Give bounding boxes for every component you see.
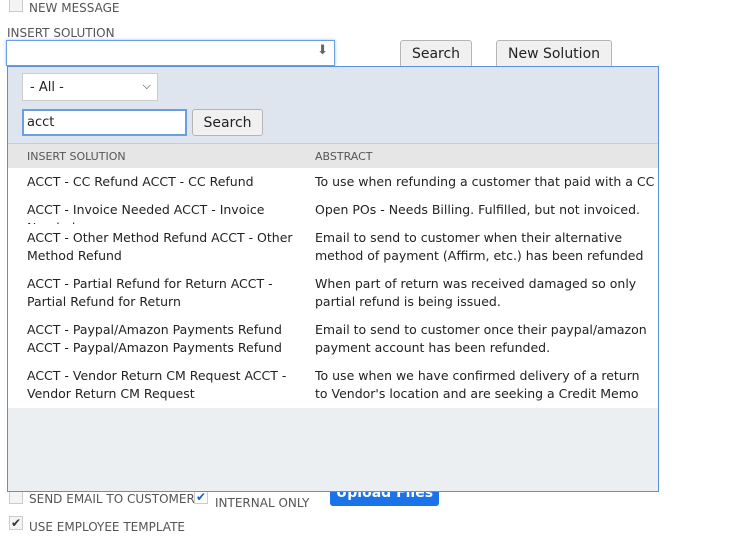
new-message-label: NEW MESSAGE: [29, 1, 120, 15]
table-row[interactable]: ACCT - Partial Refund for Return ACCT - …: [8, 270, 658, 316]
popup-search-button[interactable]: Search: [192, 109, 263, 136]
solution-name[interactable]: ACCT - Partial Refund for Return ACCT - …: [27, 275, 297, 311]
insert-solution-label: INSERT SOLUTION: [7, 26, 115, 40]
column-insert-solution: INSERT SOLUTION: [27, 150, 126, 163]
solution-abstract: Email to send to customer once their pay…: [315, 322, 647, 355]
solution-abstract: When part of return was received damaged…: [315, 276, 637, 309]
solution-name[interactable]: ACCT - Paypal/Amazon Payments Refund ACC…: [27, 321, 297, 357]
new-message-checkbox[interactable]: [9, 0, 23, 12]
table-row[interactable]: ACCT - Invoice Needed ACCT - Invoice Nee…: [8, 196, 658, 235]
search-input[interactable]: acct: [22, 109, 187, 136]
results-list: ACCT - CC Refund ACCT - CC Refund To use …: [8, 168, 658, 408]
checkmark-icon: ✔: [195, 490, 207, 504]
use-template-checkbox[interactable]: ✔: [9, 516, 23, 530]
insert-solution-field[interactable]: ⬇: [6, 40, 335, 66]
checkmark-icon: ✔: [10, 516, 22, 530]
solution-search-popup: - All - ⌵ acct Search INSERT SOLUTION AB…: [7, 66, 659, 492]
solution-name[interactable]: ACCT - CC Refund ACCT - CC Refund: [27, 173, 297, 191]
use-template-label: USE EMPLOYEE TEMPLATE: [29, 520, 185, 534]
solution-abstract: Email to send to customer when their alt…: [315, 230, 644, 263]
filter-select[interactable]: - All - ⌵: [22, 73, 158, 101]
chevron-down-icon: ⌵: [142, 79, 151, 92]
solution-name[interactable]: ACCT - Vendor Return CM Request ACCT - V…: [27, 367, 297, 403]
solution-abstract: To use when we have confirmed delivery o…: [315, 368, 640, 401]
solution-name[interactable]: ACCT - Other Method Refund ACCT - Other …: [27, 229, 297, 265]
send-email-label: SEND EMAIL TO CUSTOMER: [29, 492, 195, 506]
internal-only-label: INTERNAL ONLY: [215, 496, 310, 510]
new-solution-button[interactable]: New Solution: [496, 40, 612, 68]
double-chevron-down-icon[interactable]: ⬇: [317, 43, 328, 58]
internal-only-checkbox[interactable]: ✔: [194, 490, 208, 504]
table-row[interactable]: ACCT - Other Method Refund ACCT - Other …: [8, 224, 658, 270]
table-row[interactable]: ACCT - Paypal/Amazon Payments Refund ACC…: [8, 316, 658, 362]
send-email-checkbox[interactable]: [9, 490, 23, 504]
filter-value: - All -: [30, 80, 64, 95]
column-abstract: ABSTRACT: [315, 150, 373, 163]
table-row[interactable]: ACCT - Vendor Return CM Request ACCT - V…: [8, 362, 658, 408]
table-row[interactable]: ACCT - CC Refund ACCT - CC Refund To use …: [8, 168, 658, 196]
results-header: INSERT SOLUTION ABSTRACT: [8, 143, 658, 168]
solution-abstract: Open POs - Needs Billing. Fulfilled, but…: [315, 202, 640, 217]
solution-abstract: To use when refunding a customer that pa…: [315, 174, 655, 189]
search-button[interactable]: Search: [400, 40, 472, 68]
